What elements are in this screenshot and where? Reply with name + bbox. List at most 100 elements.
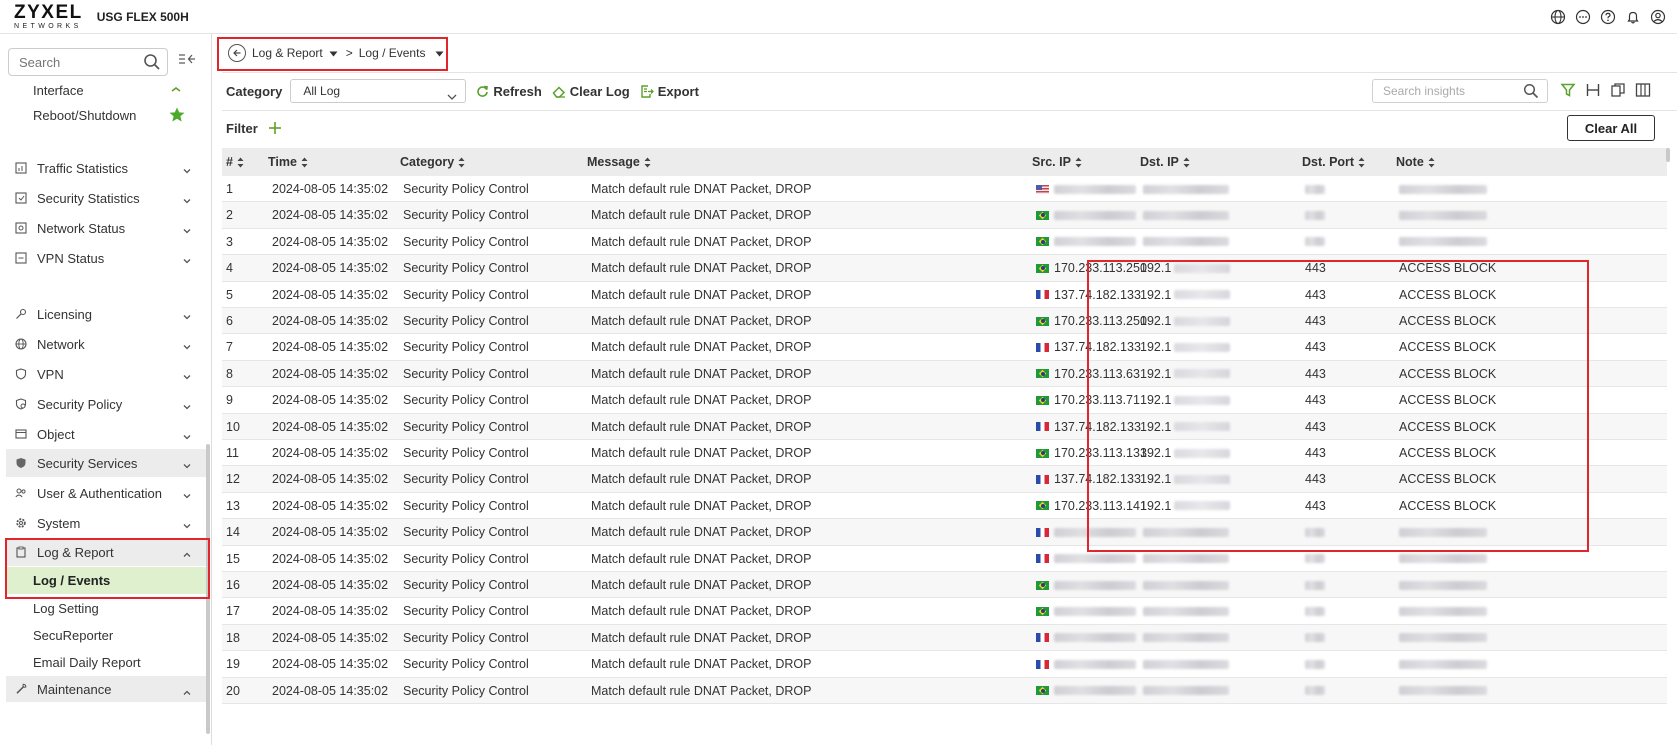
sidebar-item-log-setting[interactable]: Log Setting — [6, 595, 206, 621]
table-row[interactable]: 17 2024-08-05 14:35:02 Security Policy Con… — [222, 598, 1667, 625]
redacted-src-ip — [1054, 237, 1136, 247]
header-col-src-ip[interactable]: Src. IP — [1032, 148, 1082, 176]
sidebar-item-maintenance[interactable]: Maintenance — [6, 676, 206, 702]
cell-dst-ip: 192.1 — [1140, 493, 1231, 519]
sidebar-search[interactable] — [8, 48, 168, 76]
column-width-icon[interactable] — [1585, 82, 1601, 101]
sidebar-item-log-report[interactable]: Log & Report — [6, 538, 206, 566]
filter-icon[interactable] — [1560, 82, 1576, 101]
table-row[interactable]: 5 2024-08-05 14:35:02 Security Policy Cont… — [222, 282, 1667, 308]
sidebar-item-network[interactable]: Network — [6, 330, 206, 358]
bell-icon[interactable] — [1623, 7, 1642, 26]
table-row[interactable]: 2 2024-08-05 14:35:02 Security Policy Cont… — [222, 202, 1667, 229]
zyxel-logo[interactable]: ZYXEL NETWORKS — [14, 3, 83, 30]
export-button[interactable]: Export — [640, 84, 699, 99]
cell-message: Match default rule DNAT Packet, DROP — [591, 551, 812, 566]
refresh-button[interactable]: Refresh — [476, 84, 542, 99]
cell-message: Match default rule DNAT Packet, DROP — [591, 472, 812, 487]
star-icon[interactable] — [168, 106, 186, 127]
sidebar-item-user-authentication[interactable]: User & Authentication — [6, 479, 206, 507]
sidebar-item-object[interactable]: Object — [6, 420, 206, 448]
sidebar-item-email-daily-report[interactable]: Email Daily Report — [6, 649, 206, 675]
sidebar-item-security-services[interactable]: Security Services — [6, 449, 206, 477]
table-row[interactable]: 8 2024-08-05 14:35:02 Security Policy Cont… — [222, 360, 1667, 388]
table-row[interactable]: 9 2024-08-05 14:35:02 Security Policy Cont… — [222, 387, 1667, 414]
table-row[interactable]: 3 2024-08-05 14:35:02 Security Policy Cont… — [222, 229, 1667, 256]
sidebar-item-vpn-status[interactable]: VPN Status — [6, 244, 206, 272]
sidebar-item-network-status[interactable]: Network Status — [6, 214, 206, 242]
caret-down-icon[interactable] — [435, 46, 444, 60]
table-row[interactable]: 19 2024-08-05 14:35:02 Security Policy Con… — [222, 651, 1667, 678]
header-col-note[interactable]: Note — [1396, 148, 1435, 176]
table-row[interactable]: 10 2024-08-05 14:35:02 Security Policy Con… — [222, 413, 1667, 440]
sidebar-item-security-policy[interactable]: Security Policy — [6, 390, 206, 418]
redacted-note — [1399, 659, 1487, 669]
sidebar-item-label: Security Services — [37, 455, 138, 471]
sidebar-search-input[interactable] — [19, 54, 139, 70]
table-row[interactable]: 6 2024-08-05 14:35:02 Security Policy Cont… — [222, 308, 1667, 335]
table-row[interactable]: 16 2024-08-05 14:35:02 Security Policy Con… — [222, 572, 1667, 599]
sort-icon[interactable] — [458, 157, 465, 168]
header-col-message[interactable]: Message — [587, 148, 651, 176]
globe-icon[interactable] — [1548, 7, 1567, 26]
header-col-time[interactable]: Time — [268, 148, 308, 176]
category-select[interactable]: All Log — [290, 79, 467, 103]
chevron-up-icon — [182, 547, 192, 562]
table-row[interactable]: 14 2024-08-05 14:35:02 Security Policy Con… — [222, 519, 1667, 546]
table-scrollbar[interactable] — [1666, 148, 1670, 162]
breadcrumb-log-report[interactable]: Log & Report — [252, 46, 323, 60]
clear-log-button[interactable]: Clear Log — [552, 84, 630, 99]
table-row[interactable]: 7 2024-08-05 14:35:02 Security Policy Cont… — [222, 334, 1667, 361]
header-col-dst-port[interactable]: Dst. Port — [1302, 148, 1365, 176]
cell-message: Match default rule DNAT Packet, DROP — [591, 366, 812, 381]
table-row[interactable]: 15 2024-08-05 14:35:02 Security Policy Con… — [222, 546, 1667, 572]
sidebar-item-vpn[interactable]: VPN — [6, 360, 206, 388]
collapse-sidebar-icon[interactable] — [178, 52, 196, 69]
table-row[interactable]: 12 2024-08-05 14:35:02 Security Policy Con… — [222, 466, 1667, 493]
add-filter-icon[interactable] — [268, 121, 282, 135]
table-row[interactable]: 4 2024-08-05 14:35:02 Security Policy Cont… — [222, 255, 1667, 282]
table-row[interactable]: 18 2024-08-05 14:35:02 Security Policy Con… — [222, 624, 1667, 652]
sort-icon[interactable] — [1428, 157, 1435, 168]
sidebar-item-system[interactable]: System — [6, 509, 206, 537]
breadcrumb-log-events[interactable]: Log / Events — [359, 46, 426, 60]
header-col-number[interactable]: # — [226, 148, 244, 176]
help-icon[interactable] — [1598, 7, 1617, 26]
table-row[interactable]: 1 2024-08-05 14:35:02 Security Policy Cont… — [222, 176, 1667, 203]
chat-icon[interactable] — [1573, 7, 1592, 26]
sidebar-scrollbar[interactable] — [206, 444, 210, 734]
table-row[interactable]: 13 2024-08-05 14:35:02 Security Policy Con… — [222, 493, 1667, 520]
header-col-category[interactable]: Category — [400, 148, 465, 176]
sort-icon[interactable] — [301, 157, 308, 168]
sort-icon[interactable] — [1183, 157, 1190, 168]
cell-number: 15 — [226, 551, 240, 566]
sidebar-item-traffic-statistics[interactable]: Traffic Statistics — [6, 154, 206, 182]
sidebar-item-secureporter[interactable]: SecuReporter — [6, 622, 206, 648]
sidebar-item-reboot[interactable]: Reboot/Shutdown — [6, 102, 206, 128]
cell-note: ACCESS BLOCK — [1399, 419, 1497, 434]
redacted-dst-ip — [1174, 342, 1231, 352]
cell-dst-port — [1305, 598, 1325, 624]
sidebar-item-log-events[interactable]: Log / Events — [6, 567, 206, 594]
table-row[interactable]: 20 2024-08-05 14:35:02 Security Policy Con… — [222, 677, 1667, 704]
search-icon[interactable] — [1523, 83, 1539, 102]
chevron-up-icon — [182, 685, 192, 700]
table-row[interactable]: 11 2024-08-05 14:35:02 Security Policy Con… — [222, 440, 1667, 467]
sidebar-item-security-statistics[interactable]: Security Statistics — [6, 184, 206, 212]
search-icon[interactable] — [143, 53, 161, 74]
header-col-dst-ip[interactable]: Dst. IP — [1140, 148, 1190, 176]
sidebar-item-interface[interactable]: Interface — [6, 78, 206, 102]
caret-down-icon[interactable] — [329, 46, 338, 60]
user-icon[interactable] — [1648, 7, 1667, 26]
sort-icon[interactable] — [1075, 157, 1082, 168]
sort-icon[interactable] — [644, 157, 651, 168]
back-icon[interactable] — [228, 43, 246, 62]
columns-icon[interactable] — [1635, 82, 1651, 101]
search-insights-input[interactable]: Search insights — [1372, 79, 1548, 103]
copy-icon[interactable] — [1610, 82, 1626, 101]
sort-icon[interactable] — [237, 157, 244, 168]
sidebar-item-licensing[interactable]: Licensing — [6, 300, 206, 328]
sort-icon[interactable] — [1358, 157, 1365, 168]
top-bar: ZYXEL NETWORKS USG FLEX 500H — [0, 0, 1677, 34]
clear-all-button[interactable]: Clear All — [1567, 115, 1655, 141]
